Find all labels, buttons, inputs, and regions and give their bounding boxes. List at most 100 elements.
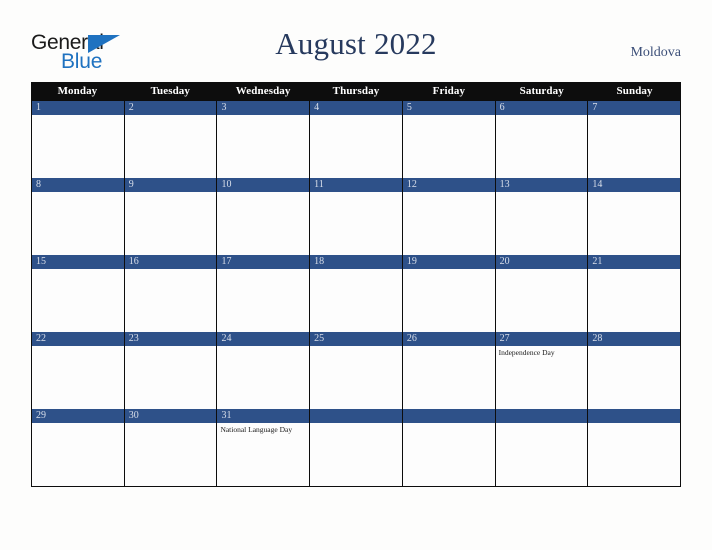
day-number xyxy=(402,409,495,423)
page-title: August 2022 xyxy=(275,26,437,61)
day-number: 17 xyxy=(217,255,310,269)
day-events xyxy=(217,115,309,178)
day-events xyxy=(588,192,680,255)
day-cell[interactable]: 19 xyxy=(402,255,496,332)
calendar-weeks-body: 1 2 3 4 5 6 7 8 9 10 11 12 13 14 15 16 1… xyxy=(31,101,681,487)
day-cell[interactable]: 5 xyxy=(402,101,496,178)
day-number: 8 xyxy=(32,178,124,192)
weekday-header-wednesday: Wednesday xyxy=(235,85,291,97)
day-number: 4 xyxy=(310,101,402,115)
week-row: 22 23 24 25 26 27 Independence Day 28 xyxy=(32,332,681,409)
day-events xyxy=(310,423,402,486)
day-events: Independence Day xyxy=(496,346,588,409)
day-number: 24 xyxy=(217,332,310,346)
day-cell[interactable]: 2 xyxy=(124,101,218,178)
day-events xyxy=(496,423,588,486)
day-events xyxy=(217,346,309,409)
day-number: 9 xyxy=(124,178,217,192)
day-events xyxy=(310,269,402,332)
day-events xyxy=(125,423,217,486)
weekday-header-saturday: Saturday xyxy=(519,85,564,97)
day-cell[interactable]: 7 xyxy=(588,101,681,178)
day-number: 15 xyxy=(32,255,124,269)
day-number xyxy=(588,409,681,423)
day-cell[interactable]: 4 xyxy=(310,101,403,178)
day-cell xyxy=(310,409,403,486)
day-number xyxy=(310,409,402,423)
week-row: 1 2 3 4 5 6 7 xyxy=(32,101,681,178)
day-events xyxy=(217,269,309,332)
day-cell xyxy=(495,409,589,486)
day-cell[interactable]: 26 xyxy=(402,332,496,409)
day-number: 10 xyxy=(217,178,310,192)
day-number: 22 xyxy=(32,332,124,346)
day-cell[interactable]: 22 xyxy=(32,332,125,409)
day-cell[interactable]: 31 National Language Day xyxy=(217,409,311,486)
day-cell[interactable]: 18 xyxy=(310,255,403,332)
day-cell[interactable]: 11 xyxy=(310,178,403,255)
day-cell[interactable]: 14 xyxy=(588,178,681,255)
day-cell[interactable]: 30 xyxy=(124,409,218,486)
day-cell[interactable]: 27 Independence Day xyxy=(495,332,589,409)
day-cell[interactable]: 12 xyxy=(402,178,496,255)
day-events xyxy=(217,192,309,255)
day-events xyxy=(32,115,124,178)
day-cell[interactable]: 16 xyxy=(124,255,218,332)
day-cell[interactable]: 23 xyxy=(124,332,218,409)
day-cell[interactable]: 10 xyxy=(217,178,311,255)
day-cell[interactable]: 8 xyxy=(32,178,125,255)
day-number: 14 xyxy=(588,178,681,192)
day-events xyxy=(588,423,680,486)
weekday-header-row: Monday Tuesday Wednesday Thursday Friday… xyxy=(31,82,681,101)
day-cell[interactable]: 20 xyxy=(495,255,589,332)
weekday-header-sunday: Sunday xyxy=(616,85,653,97)
day-number: 30 xyxy=(124,409,217,423)
day-number: 19 xyxy=(402,255,495,269)
calendar-grid: Monday Tuesday Wednesday Thursday Friday… xyxy=(31,82,681,487)
day-cell[interactable]: 29 xyxy=(32,409,125,486)
day-cell[interactable]: 28 xyxy=(588,332,681,409)
day-cell[interactable]: 17 xyxy=(217,255,311,332)
day-number: 26 xyxy=(402,332,495,346)
day-events xyxy=(125,115,217,178)
day-events xyxy=(310,115,402,178)
day-events xyxy=(403,269,495,332)
day-events xyxy=(496,192,588,255)
week-row: 8 9 10 11 12 13 14 xyxy=(32,178,681,255)
day-events xyxy=(496,115,588,178)
day-number: 23 xyxy=(124,332,217,346)
day-events xyxy=(125,346,217,409)
day-events xyxy=(310,346,402,409)
day-cell[interactable]: 3 xyxy=(217,101,311,178)
day-number: 12 xyxy=(402,178,495,192)
day-cell xyxy=(588,409,681,486)
day-cell[interactable]: 9 xyxy=(124,178,218,255)
day-cell[interactable]: 24 xyxy=(217,332,311,409)
day-cell[interactable]: 25 xyxy=(310,332,403,409)
day-number: 5 xyxy=(402,101,495,115)
day-events xyxy=(403,192,495,255)
day-cell[interactable]: 13 xyxy=(495,178,589,255)
day-cell[interactable]: 1 xyxy=(32,101,125,178)
day-events xyxy=(32,346,124,409)
day-cell[interactable]: 15 xyxy=(32,255,125,332)
day-number: 28 xyxy=(588,332,681,346)
day-events xyxy=(310,192,402,255)
day-cell[interactable]: 21 xyxy=(588,255,681,332)
day-events xyxy=(32,192,124,255)
week-row: 15 16 17 18 19 20 21 xyxy=(32,255,681,332)
day-number: 18 xyxy=(310,255,402,269)
day-events xyxy=(496,269,588,332)
day-events xyxy=(588,269,680,332)
day-number: 1 xyxy=(32,101,124,115)
day-number: 11 xyxy=(310,178,402,192)
day-number: 16 xyxy=(124,255,217,269)
day-events xyxy=(125,192,217,255)
day-cell xyxy=(402,409,496,486)
event-label: National Language Day xyxy=(220,425,293,434)
day-number: 27 xyxy=(495,332,588,346)
day-events xyxy=(588,346,680,409)
weekday-header-monday: Monday xyxy=(57,85,98,97)
day-number: 31 xyxy=(217,409,310,423)
day-cell[interactable]: 6 xyxy=(495,101,589,178)
